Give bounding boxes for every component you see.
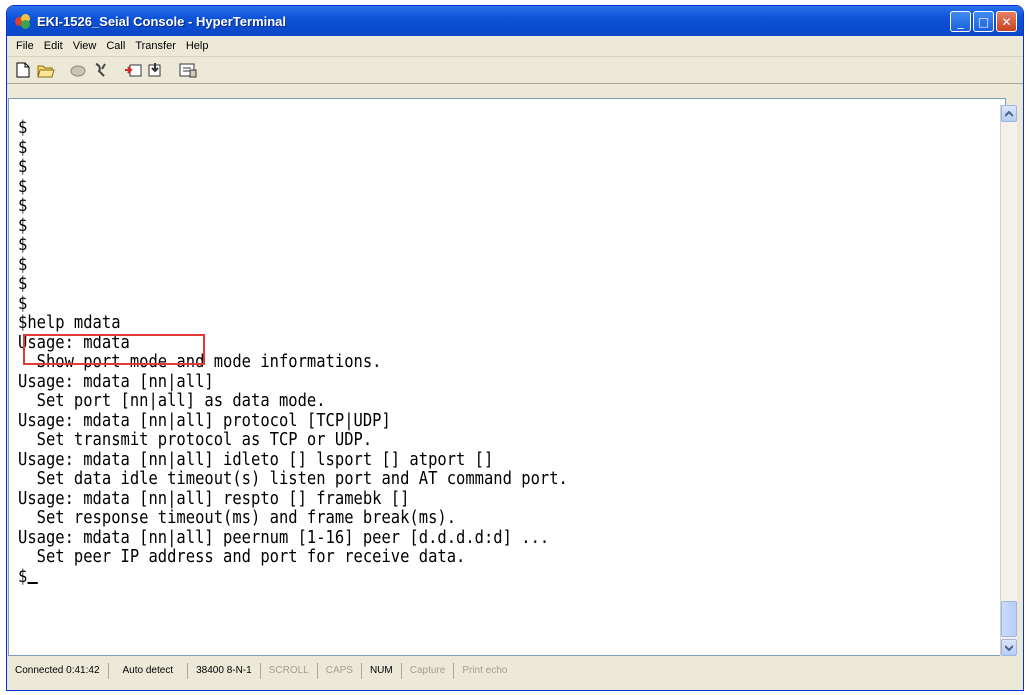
terminal-line: Set response timeout(ms) and frame break… — [18, 507, 457, 528]
terminal-line: $ — [18, 156, 28, 177]
menu-call[interactable]: Call — [101, 40, 130, 52]
close-icon: ✕ — [1001, 14, 1012, 29]
menu-edit[interactable]: Edit — [39, 40, 68, 52]
terminal-line: Set port [nn|all] as data mode. — [18, 390, 326, 411]
terminal-line: $ — [18, 117, 28, 138]
status-port-settings: 38400 8-N-1 — [188, 663, 261, 679]
terminal-line: Set peer IP address and port for receive… — [18, 546, 466, 567]
vertical-scrollbar[interactable] — [1000, 105, 1017, 656]
terminal-prompt-line[interactable]: $ — [18, 565, 878, 587]
disconnect-button[interactable] — [91, 60, 111, 80]
toolbar — [7, 57, 1023, 84]
terminal-line: $ — [18, 273, 28, 294]
terminal-line: Usage: mdata [nn|all] — [18, 370, 214, 392]
close-button[interactable]: ✕ — [996, 10, 1017, 32]
status-caps: CAPS — [318, 663, 362, 679]
title-bar[interactable]: EKI-1526_Seial Console - HyperTerminal _… — [7, 6, 1023, 36]
chevron-down-icon — [1005, 644, 1013, 651]
disconnect-icon — [95, 63, 106, 77]
terminal-line: $ — [18, 136, 28, 158]
open-icon — [37, 65, 55, 77]
maximize-button[interactable]: □ — [973, 10, 994, 32]
scroll-up-button[interactable] — [1001, 105, 1017, 122]
prompt: $ — [18, 565, 28, 587]
terminal-line: Usage: mdata [nn|all] peernum [1-16] pee… — [18, 526, 550, 548]
minimize-icon: _ — [957, 14, 964, 29]
terminal-command-line: $help mdata — [18, 312, 121, 333]
properties-button[interactable] — [178, 60, 198, 80]
maximize-icon: □ — [977, 14, 990, 29]
new-connection-button[interactable] — [13, 60, 33, 80]
menu-transfer[interactable]: Transfer — [130, 40, 181, 52]
terminal-line: $ — [18, 214, 28, 236]
call-button[interactable] — [68, 60, 88, 80]
status-connected: Connected 0:41:42 — [7, 663, 109, 679]
hyperterminal-app-icon — [15, 13, 31, 29]
terminal-line: $ — [18, 253, 28, 275]
menu-bar: File Edit View Call Transfer Help — [7, 36, 1023, 57]
menu-file[interactable]: File — [11, 40, 39, 52]
window-title: EKI-1526_Seial Console - HyperTerminal — [37, 13, 287, 29]
status-num: NUM — [362, 663, 402, 679]
status-print-echo: Print echo — [462, 665, 508, 676]
terminal-line: Set data idle timeout(s) listen port and… — [18, 468, 568, 489]
terminal-line: Usage: mdata [nn|all] respto [] framebk … — [18, 487, 410, 509]
send-button[interactable] — [123, 60, 143, 80]
terminal-line: Set transmit protocol as TCP or UDP. — [18, 429, 373, 450]
status-bar: Connected 0:41:42 Auto detect 38400 8-N-… — [7, 659, 1023, 683]
menu-help[interactable]: Help — [181, 40, 214, 52]
chevron-up-icon — [1005, 110, 1013, 117]
send-icon — [125, 64, 142, 77]
menu-view[interactable]: View — [68, 40, 102, 52]
new-icon — [16, 62, 30, 78]
status-scroll: SCROLL — [261, 663, 318, 679]
properties-icon — [179, 63, 197, 78]
terminal-line: $ — [18, 175, 28, 197]
terminal-line: Usage: mdata [nn|all] idleto [] lsport [… — [18, 448, 494, 470]
command-highlight-box — [23, 334, 205, 365]
terminal-line: Usage: mdata [nn|all] protocol [TCP|UDP] — [18, 409, 391, 431]
open-button[interactable] — [36, 60, 56, 80]
terminal-line: $ — [18, 234, 28, 255]
receive-button[interactable] — [146, 60, 166, 80]
terminal-line: $ — [18, 195, 28, 216]
text-cursor — [27, 568, 38, 584]
phone-icon — [70, 65, 86, 77]
scroll-thumb[interactable] — [1001, 601, 1017, 637]
scroll-down-button[interactable] — [1001, 639, 1017, 656]
receive-icon — [148, 63, 161, 77]
status-capture: Capture — [402, 663, 455, 679]
minimize-button[interactable]: _ — [950, 10, 971, 32]
terminal-line: $ — [18, 292, 28, 314]
status-detect: Auto detect — [109, 663, 189, 679]
